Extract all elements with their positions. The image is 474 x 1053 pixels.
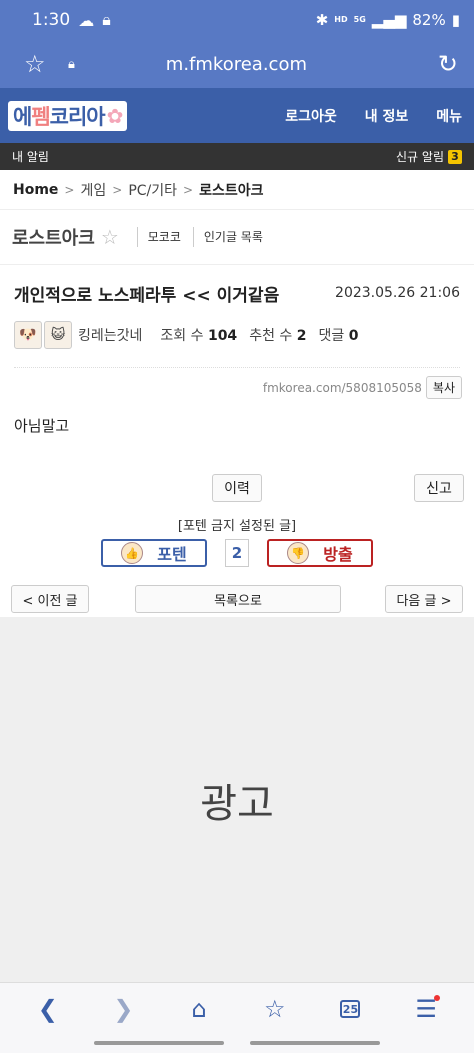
avatar[interactable]: 🐶 bbox=[14, 321, 42, 349]
status-time: 1:30 bbox=[32, 10, 71, 30]
menu-link[interactable]: 메뉴 bbox=[436, 106, 462, 126]
author-name[interactable]: 킹레는갓네 bbox=[78, 325, 142, 345]
board-link-popular[interactable]: 인기글 목록 bbox=[192, 227, 273, 247]
back-icon[interactable]: ❮ bbox=[28, 989, 68, 1029]
reload-icon[interactable]: ↻ bbox=[438, 50, 458, 78]
chevron-right-icon: > bbox=[112, 182, 123, 197]
url-field[interactable]: m.fmkorea.com bbox=[75, 54, 398, 75]
gesture-handle-left[interactable] bbox=[94, 1041, 224, 1045]
site-header: 에 펨 코리아 ✿ 로그아웃 내 정보 메뉴 bbox=[0, 88, 474, 143]
logo-text-2: 펨 bbox=[31, 104, 50, 129]
new-alerts[interactable]: 신규 알림 3 bbox=[396, 148, 462, 165]
list-button[interactable]: 목록으로 bbox=[135, 585, 341, 613]
view-count-label: 조회 수 bbox=[160, 328, 204, 344]
home-icon[interactable]: ⌂ bbox=[179, 989, 219, 1029]
copy-url-button[interactable]: 복사 bbox=[425, 376, 462, 399]
post-url-row: fmkorea.com/5808105058 복사 bbox=[0, 368, 474, 399]
upvote-label: 포텐 bbox=[157, 545, 187, 564]
lock-icon: 🔒︎ bbox=[68, 56, 75, 72]
bookmarks-star-icon[interactable]: ☆ bbox=[255, 989, 295, 1029]
board-link-mokoko[interactable]: 모코코 bbox=[136, 227, 191, 247]
new-alerts-label: 신규 알림 bbox=[396, 150, 444, 164]
bluetooth-icon: ✱ bbox=[315, 11, 329, 29]
post-content: 아님말고 bbox=[14, 417, 70, 435]
site-logo[interactable]: 에 펨 코리아 ✿ bbox=[8, 100, 128, 131]
next-post-button[interactable]: 다음 글 > bbox=[385, 585, 463, 613]
thumbs-down-face-icon: 👎 bbox=[287, 542, 310, 564]
my-alerts-link[interactable]: 내 알림 bbox=[12, 148, 49, 165]
prev-post-button[interactable]: < 이전 글 bbox=[11, 585, 89, 613]
tab-count: 25 bbox=[340, 1000, 361, 1018]
recommend-count: 추천 수 2 bbox=[249, 325, 306, 345]
vote-row: 👍 포텐 2 👎 방출 bbox=[0, 538, 474, 568]
report-button[interactable]: 신고 bbox=[414, 474, 464, 502]
5g-icon: 5G bbox=[353, 15, 366, 24]
recommend-count-label: 추천 수 bbox=[249, 328, 293, 344]
recommend-count-value: 2 bbox=[296, 328, 307, 344]
gesture-handle-right[interactable] bbox=[250, 1041, 380, 1045]
vote-note: [포텐 금지 설정된 글] bbox=[177, 519, 297, 534]
browser-top-bar: 1:30 ☁ 🔒︎ ✱ HD 5G ▂▄▆ 82% ▮ ☆ 🔒︎ m.fmkor… bbox=[0, 0, 474, 88]
gesture-bar bbox=[0, 1041, 474, 1045]
view-count-value: 104 bbox=[207, 328, 238, 344]
chevron-right-icon: > bbox=[183, 182, 194, 197]
post-navigation: < 이전 글 목록으로 다음 글 > bbox=[0, 584, 474, 614]
post-title: 개인적으로 노스페라투 << 이거같음 bbox=[14, 285, 280, 306]
ad-label: 광고 bbox=[200, 780, 274, 827]
battery-percent: 82% bbox=[412, 11, 446, 29]
tabs-icon[interactable]: 25 bbox=[330, 989, 370, 1029]
breadcrumb-pc-etc[interactable]: PC/기타 bbox=[128, 180, 177, 200]
board-title[interactable]: 로스트아크 bbox=[12, 224, 95, 250]
signal-icon: ▂▄▆ bbox=[371, 11, 407, 29]
alert-count-badge: 3 bbox=[448, 149, 462, 164]
history-button[interactable]: 이력 bbox=[212, 474, 262, 502]
comment-count-label: 댓글 bbox=[318, 328, 345, 344]
status-bar: 1:30 ☁ 🔒︎ ✱ HD 5G ▂▄▆ 82% ▮ bbox=[0, 0, 474, 40]
breadcrumb-current[interactable]: 로스트아크 bbox=[199, 180, 263, 200]
cloud-icon: ☁ bbox=[78, 10, 95, 30]
address-bar: ☆ 🔒︎ m.fmkorea.com ↻ bbox=[0, 40, 474, 88]
flower-icon: ✿ bbox=[106, 103, 124, 128]
forward-icon[interactable]: ❯ bbox=[103, 989, 143, 1029]
downvote-label: 방출 bbox=[323, 545, 353, 564]
header-nav: 로그아웃 내 정보 메뉴 bbox=[285, 106, 462, 126]
my-info-link[interactable]: 내 정보 bbox=[365, 106, 409, 126]
battery-icon: ▮ bbox=[451, 11, 460, 29]
breadcrumb: Home > 게임 > PC/기타 > 로스트아크 bbox=[0, 170, 474, 210]
post-short-url[interactable]: fmkorea.com/5808105058 bbox=[263, 381, 422, 395]
notification-dot bbox=[434, 995, 441, 1001]
comment-count: 댓글 0 bbox=[318, 325, 358, 345]
lock-status-icon: 🔒︎ bbox=[102, 10, 111, 29]
menu-icon[interactable]: ☰ bbox=[406, 989, 446, 1029]
downvote-button[interactable]: 👎 방출 bbox=[267, 539, 373, 567]
view-count: 조회 수 104 bbox=[160, 325, 237, 345]
favorite-star-icon[interactable]: ☆ bbox=[101, 225, 119, 249]
upvote-button[interactable]: 👍 포텐 bbox=[101, 539, 207, 567]
breadcrumb-game[interactable]: 게임 bbox=[80, 180, 106, 200]
alert-bar: 내 알림 신규 알림 3 bbox=[0, 143, 474, 170]
avatar-badge: 😺 bbox=[44, 321, 72, 349]
comment-count-value: 0 bbox=[348, 328, 359, 344]
breadcrumb-home[interactable]: Home bbox=[13, 182, 58, 198]
vote-count: 2 bbox=[225, 539, 249, 567]
chevron-right-icon: > bbox=[64, 182, 75, 197]
browser-bottom-bar: ❮ ❯ ⌂ ☆ 25 ☰ bbox=[0, 982, 474, 1053]
post-meta: 🐶 😺 킹레는갓네 조회 수 104 추천 수 2 댓글 0 bbox=[14, 321, 460, 349]
post-date: 2023.05.26 21:06 bbox=[335, 285, 460, 301]
ad-banner[interactable]: 광고 bbox=[0, 617, 474, 982]
post-actions: 이력 신고 bbox=[0, 473, 474, 503]
post-header: 개인적으로 노스페라투 << 이거같음 2023.05.26 21:06 🐶 😺… bbox=[0, 265, 474, 349]
logout-link[interactable]: 로그아웃 bbox=[285, 106, 337, 126]
logo-text-3: 코리아 bbox=[49, 104, 106, 129]
hd-voice-icon: HD bbox=[334, 15, 348, 24]
bookmark-star-icon[interactable]: ☆ bbox=[24, 50, 54, 78]
board-header: 로스트아크 ☆ 모코코 인기글 목록 bbox=[0, 210, 474, 265]
thumbs-up-face-icon: 👍 bbox=[121, 542, 144, 564]
logo-text-1: 에 bbox=[13, 104, 32, 129]
